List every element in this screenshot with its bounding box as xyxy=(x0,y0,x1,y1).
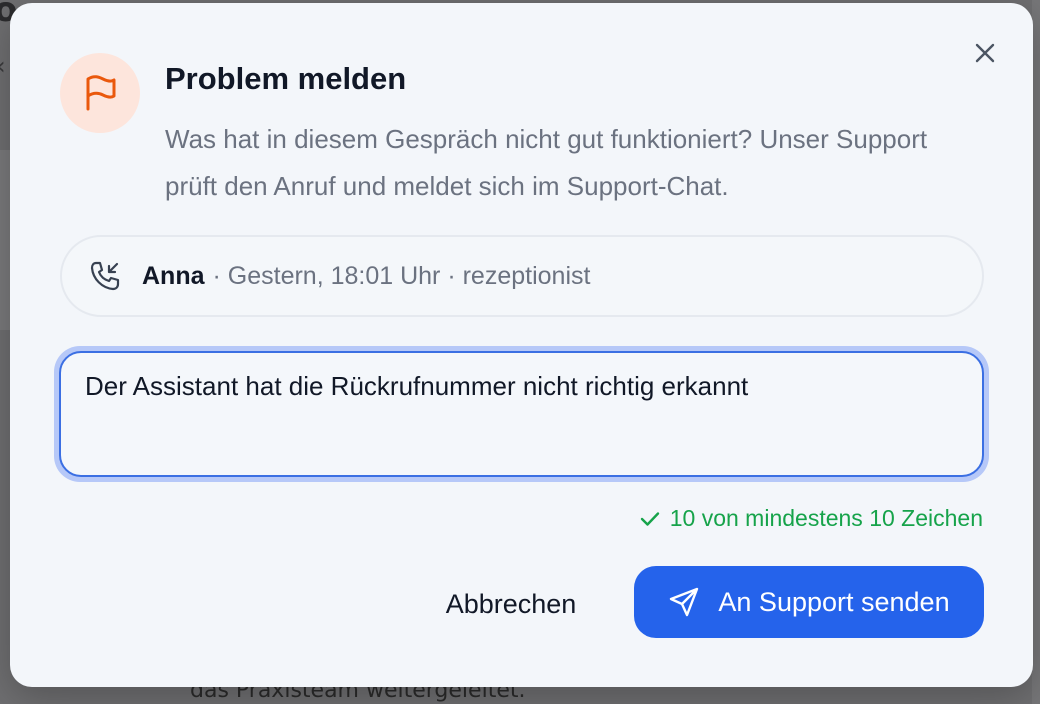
report-field-focus-ring xyxy=(54,346,989,482)
dialog-description: Was hat in diesem Gespräch nicht gut fun… xyxy=(165,124,928,201)
call-meta: · Gestern, 18:01 Uhr · rezeptionist xyxy=(212,261,591,290)
report-problem-dialog: Problem melden Was hat in diesem Gespräc… xyxy=(10,3,1033,687)
close-icon xyxy=(975,43,995,63)
background-right-edge xyxy=(1032,0,1040,704)
send-to-support-button[interactable]: An Support senden xyxy=(634,566,984,638)
check-icon xyxy=(640,511,660,527)
dialog-title: Problem melden xyxy=(165,61,407,96)
close-button[interactable] xyxy=(973,41,997,65)
counter-text: 10 von mindestens 10 Zeichen xyxy=(669,505,983,531)
flag-badge xyxy=(60,53,140,133)
caller-name: Anna xyxy=(142,261,205,290)
background-chevron: ‹ xyxy=(0,52,6,80)
flag-icon xyxy=(86,75,116,111)
character-counter: 10 von mindestens 10 Zeichen xyxy=(640,505,983,532)
incoming-call-icon xyxy=(88,259,122,293)
background-strip xyxy=(0,150,10,330)
call-summary: Anna · Gestern, 18:01 Uhr · rezeptionist xyxy=(60,235,984,317)
report-textarea[interactable] xyxy=(59,351,984,477)
cancel-button[interactable]: Abbrechen xyxy=(424,568,598,640)
send-button-label: An Support senden xyxy=(718,586,950,617)
send-icon xyxy=(668,586,700,618)
